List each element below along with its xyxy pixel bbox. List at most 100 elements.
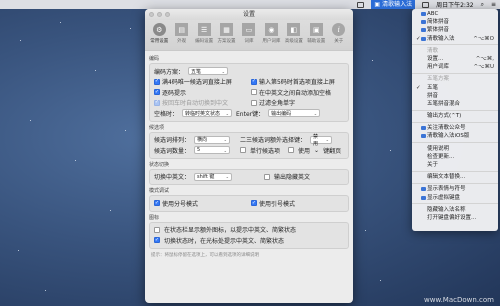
menu-item-about[interactable]: 关于: [412, 161, 498, 169]
ime-indicator-label: 清歌输入法: [382, 1, 413, 8]
menu-item-edit-text-replace[interactable]: 编辑文本替换...: [412, 173, 498, 181]
menu-item-check-update[interactable]: 检查更新...: [412, 153, 498, 161]
statusbar-icon-checkbox[interactable]: [154, 226, 160, 233]
menu-item-abc[interactable]: ABC: [412, 10, 498, 18]
chevron-down-icon: ⌄: [221, 68, 226, 74]
cursor-hint-checkbox[interactable]: ✓: [154, 237, 160, 244]
menu-separator: [412, 170, 498, 172]
arrange-label: 候选词排列：: [154, 137, 191, 145]
tab-appearance[interactable]: ▤ 外观: [171, 23, 193, 44]
menu-header-mode: 五笔方案: [427, 76, 450, 83]
list-icon: ☰: [197, 23, 211, 36]
keyboard-icon: [421, 28, 426, 33]
enter-action-select[interactable]: 输出编码 ⌄: [268, 109, 321, 118]
menu-separator: [412, 109, 498, 111]
tab-dictionary[interactable]: ▭ 词库: [238, 23, 260, 44]
window-title: 设置: [242, 11, 255, 18]
menu-item-settings[interactable]: 设置... ^⌥⌘,: [412, 55, 498, 63]
datetime[interactable]: 周日下午2:32: [436, 0, 473, 9]
ime-menu-indicator[interactable]: ▣ 清歌输入法: [371, 0, 416, 9]
auto-commit-4-checkbox[interactable]: ✓: [154, 78, 160, 85]
menu-item-mode-mixed[interactable]: 五笔拼音混合: [412, 100, 498, 108]
menu-item-help[interactable]: 使用说明: [412, 145, 498, 153]
tab-auxiliary[interactable]: ▣ 辅助设置: [305, 23, 327, 44]
menu-separator: [412, 203, 498, 205]
scheme-label: 编码方案：: [154, 68, 185, 76]
emoji-icon: [421, 187, 426, 192]
tab-encoding[interactable]: ☰ 编码设置: [193, 23, 215, 44]
ime-indicator-icon: ▣: [374, 1, 381, 8]
menu-item-output[interactable]: 输出方式(⌃T): [412, 112, 498, 120]
menu-item-traditional-pinyin[interactable]: 繁体拼音: [412, 26, 498, 34]
tab-about[interactable]: i 关于: [328, 23, 350, 44]
candidates-panel: 候选词排列： 横向 ⌄ 二三候选词额外选择键： 禁用 ⌄ 候选词数量： 5 ⌄: [149, 131, 349, 159]
arrange-select[interactable]: 横向 ⌄: [194, 135, 231, 144]
airplay-icon[interactable]: [357, 1, 365, 8]
semicolon-mode-checkbox[interactable]: ✓: [154, 200, 160, 207]
menu-item-keyboard-prefs[interactable]: 打开键盘偏好设置...: [412, 214, 498, 222]
chevron-down-icon: ⌄: [325, 137, 330, 143]
notification-icon[interactable]: ≡: [491, 1, 496, 8]
tab-user-dictionary[interactable]: ◉ 用户词库: [260, 23, 282, 44]
menu-item-show-emoji[interactable]: 显示表情与符号: [412, 185, 498, 193]
checkmark-icon: ✓: [416, 35, 421, 42]
section-title-state: 状态切换: [149, 161, 170, 168]
menu-separator: [412, 121, 498, 123]
second-key-select[interactable]: 禁用 ⌄: [310, 134, 333, 147]
menu-item-mode-wubi[interactable]: ✓ 五笔: [412, 84, 498, 92]
auto-space-checkbox[interactable]: [251, 89, 257, 96]
close-button[interactable]: [149, 12, 154, 17]
window-titlebar: 设置: [145, 9, 353, 20]
gift-icon: ▣: [309, 23, 323, 36]
tab-advanced[interactable]: ◧ 高级设置: [283, 23, 305, 44]
tab-scheme[interactable]: ▦ 方案设置: [216, 23, 238, 44]
page-key-option[interactable]: ⌄: [314, 147, 319, 154]
chevron-down-icon: ⌄: [223, 147, 228, 153]
count-label: 候选词数量：: [154, 147, 191, 155]
zoom-button[interactable]: [165, 12, 170, 17]
menu-separator: [412, 182, 498, 184]
section-title-icon: 图标: [149, 214, 160, 221]
scheme-select[interactable]: 五笔 ⌄: [188, 67, 229, 76]
tab-general[interactable]: ⚙ 常用设置: [148, 23, 170, 44]
enter-switch-checkbox[interactable]: ✓: [154, 99, 160, 106]
section-title-candidates: 候选项: [149, 124, 165, 131]
hidden-english-checkbox[interactable]: [264, 173, 271, 180]
menu-item-show-keyboard[interactable]: 显示虚拟键盘: [412, 194, 498, 202]
menu-separator: [412, 44, 498, 46]
menu-separator: [412, 72, 498, 74]
menu-item-promo-wechat[interactable]: 关注清歌公众号: [412, 124, 498, 132]
settings-window: 设置 ⚙ 常用设置 ▤ 外观 ☰ 编码设置 ▦ 方案设置 ▭ 词库 ◉ 用户词库…: [145, 9, 353, 303]
filter-fullwidth-checkbox[interactable]: [251, 99, 257, 106]
menu-item-promo-ios[interactable]: 清歌输入法iOS版: [412, 132, 498, 140]
mode-panel: ✓ 使用分号模式 ✓ 使用引号模式: [149, 195, 349, 212]
menu-separator: [412, 142, 498, 144]
info-icon: i: [332, 23, 346, 36]
menu-item-mode-pinyin[interactable]: 拼音: [412, 92, 498, 100]
advanced-icon: ◧: [287, 23, 301, 36]
commit-5th-checkbox[interactable]: ✓: [251, 78, 257, 85]
code-hint-checkbox[interactable]: ✓: [154, 89, 160, 96]
menu-item-hide-name[interactable]: 隐藏输入法名称: [412, 206, 498, 214]
search-icon[interactable]: ⌕: [481, 1, 484, 9]
menu-item-qingge[interactable]: ✓ 清歌输入法 ^⌥⌘O: [412, 35, 498, 43]
menu-item-user-dict[interactable]: 用户词库 ^⌥⌘U: [412, 63, 498, 71]
menu-bar: ▣ 清歌输入法 周日下午2:32 ⌕ ≡: [0, 0, 500, 9]
switch-key-select[interactable]: shift 键 ⌄: [194, 172, 233, 181]
keyboard-icon: [421, 36, 426, 41]
quote-mode-checkbox[interactable]: ✓: [251, 200, 257, 207]
minimize-button[interactable]: [157, 12, 162, 17]
page-key-checkbox[interactable]: [288, 147, 295, 154]
footer-hint: 提示：将鼠标停留在选项上，可以看到选项的详细说明: [151, 252, 259, 258]
menu-item-simplified-pinyin[interactable]: 简体拼音: [412, 18, 498, 26]
window-controls: [149, 12, 170, 17]
words-icon: ▭: [242, 23, 256, 36]
gear-icon: ⚙: [152, 23, 166, 36]
single-row-checkbox[interactable]: [240, 147, 247, 154]
battery-icon[interactable]: [422, 1, 430, 8]
enter-label: Enter键：: [236, 110, 265, 118]
qingge-logo-icon: [421, 126, 426, 131]
menu-header-qingge: 清歌: [427, 47, 439, 54]
count-select[interactable]: 5 ⌄: [194, 146, 231, 155]
space-action-select[interactable]: 转临时英文状态 ⌄: [182, 109, 233, 118]
